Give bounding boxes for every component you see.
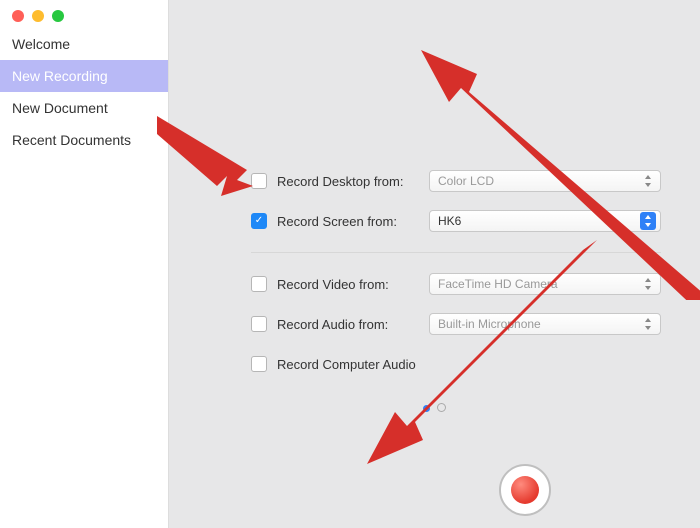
select-desktop-value: Color LCD	[438, 174, 494, 188]
row-record-video: Record Video from: FaceTime HD Camera	[251, 273, 661, 295]
select-audio-source[interactable]: Built-in Microphone	[429, 313, 661, 335]
minimize-icon[interactable]	[32, 10, 44, 22]
checkbox-record-computer-audio[interactable]	[251, 356, 267, 372]
sidebar-item-new-document[interactable]: New Document	[0, 92, 168, 124]
row-record-audio: Record Audio from: Built-in Microphone	[251, 313, 661, 335]
record-button[interactable]	[499, 464, 551, 516]
recording-options-form: Record Desktop from: Color LCD ✓ Record …	[251, 170, 661, 375]
select-desktop-source[interactable]: Color LCD	[429, 170, 661, 192]
window-controls	[0, 0, 168, 28]
record-icon	[511, 476, 539, 504]
row-record-desktop: Record Desktop from: Color LCD	[251, 170, 661, 192]
label-record-screen: Record Screen from:	[277, 214, 419, 229]
chevron-updown-icon	[640, 212, 656, 230]
sidebar-item-recent-documents[interactable]: Recent Documents	[0, 124, 168, 156]
close-icon[interactable]	[12, 10, 24, 22]
select-audio-value: Built-in Microphone	[438, 317, 541, 331]
checkbox-record-audio[interactable]	[251, 316, 267, 332]
zoom-icon[interactable]	[52, 10, 64, 22]
label-record-computer-audio: Record Computer Audio	[277, 357, 416, 372]
select-video-source[interactable]: FaceTime HD Camera	[429, 273, 661, 295]
checkbox-record-screen[interactable]: ✓	[251, 213, 267, 229]
sidebar-item-new-recording[interactable]: New Recording	[0, 60, 168, 92]
row-record-computer-audio: Record Computer Audio	[251, 353, 661, 375]
page-indicator[interactable]	[169, 403, 700, 415]
select-video-value: FaceTime HD Camera	[438, 277, 558, 291]
select-screen-value: HK6	[438, 214, 461, 228]
main-panel: Record Desktop from: Color LCD ✓ Record …	[169, 0, 700, 528]
checkbox-record-video[interactable]	[251, 276, 267, 292]
page-dot-2[interactable]	[437, 403, 446, 412]
chevron-updown-icon	[640, 275, 656, 293]
select-screen-source[interactable]: HK6	[429, 210, 661, 232]
sidebar-item-welcome[interactable]: Welcome	[0, 28, 168, 60]
chevron-updown-icon	[640, 172, 656, 190]
divider	[251, 252, 661, 253]
label-record-video: Record Video from:	[277, 277, 419, 292]
chevron-updown-icon	[640, 315, 656, 333]
checkbox-record-desktop[interactable]	[251, 173, 267, 189]
preferences-window: Welcome New Recording New Document Recen…	[0, 0, 700, 528]
row-record-screen: ✓ Record Screen from: HK6	[251, 210, 661, 232]
page-dot-1[interactable]	[423, 405, 430, 412]
label-record-desktop: Record Desktop from:	[277, 174, 419, 189]
label-record-audio: Record Audio from:	[277, 317, 419, 332]
sidebar: Welcome New Recording New Document Recen…	[0, 0, 169, 528]
